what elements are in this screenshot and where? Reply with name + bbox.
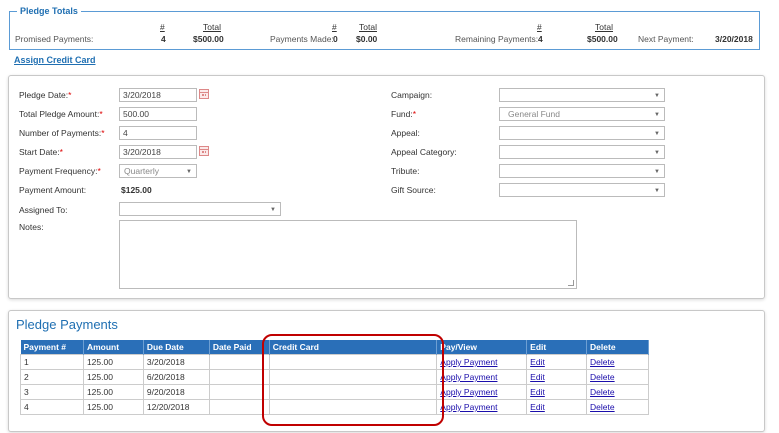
pledge-totals-legend: Pledge Totals [17, 6, 81, 16]
chevron-down-icon: ▼ [270, 207, 276, 213]
payment-frequency-label: Payment Frequency:* [19, 166, 101, 176]
column-header: Edit [526, 340, 588, 355]
number-of-payments-label: Number of Payments:* [19, 128, 105, 138]
tribute-select[interactable]: ▼ [499, 164, 665, 178]
pledge-totals-fieldset: Pledge Totals Promised Payments: # 4 Tot… [9, 6, 760, 50]
payment-frequency-value: Quarterly [124, 166, 159, 176]
edit-link[interactable]: Edit [530, 402, 545, 412]
due-date: 6/20/2018 [142, 369, 210, 385]
column-header: Amount [83, 340, 144, 355]
chevron-down-icon: ▼ [654, 188, 660, 194]
column-header: Due Date [143, 340, 210, 355]
remaining-count-header: # [537, 22, 542, 32]
made-total: $0.00 [356, 34, 378, 44]
next-payment-label: Next Payment: [638, 34, 694, 44]
appeal-select[interactable]: ▼ [499, 126, 665, 140]
column-header: Delete [586, 340, 649, 355]
pledge-date-label: Pledge Date:* [19, 90, 72, 100]
appeal-category-label: Appeal Category: [391, 147, 457, 157]
edit-link[interactable]: Edit [530, 387, 545, 397]
payment-number: 2 [20, 369, 84, 385]
number-of-payments-input[interactable]: 4 [119, 126, 197, 140]
payments-made-label: Payments Made: [270, 34, 334, 44]
remaining-total-header: Total [595, 22, 613, 32]
campaign-label: Campaign: [391, 90, 433, 100]
delete-link[interactable]: Delete [590, 402, 615, 412]
resize-grip-icon[interactable] [568, 280, 574, 286]
payment-frequency-select[interactable]: Quarterly ▼ [119, 164, 197, 178]
credit-card-column-highlight [262, 334, 444, 426]
promised-total: $500.00 [193, 34, 224, 44]
remaining-payments-label: Remaining Payments: [455, 34, 539, 44]
delete-link[interactable]: Delete [590, 387, 615, 397]
appeal-label: Appeal: [391, 128, 420, 138]
payment-amount: 125.00 [82, 369, 144, 385]
remaining-count: 4 [538, 34, 543, 44]
total-pledge-amount-input[interactable]: 500.00 [119, 107, 197, 121]
promised-total-header: Total [203, 22, 221, 32]
due-date: 9/20/2018 [142, 384, 210, 400]
edit-link[interactable]: Edit [530, 357, 545, 367]
appeal-category-select[interactable]: ▼ [499, 145, 665, 159]
pledge-form-panel: Pledge Date:* 3/20/2018 Total Pledge Amo… [8, 75, 765, 299]
chevron-down-icon: ▼ [654, 169, 660, 175]
promised-payments-label: Promised Payments: [15, 34, 94, 44]
gift-source-select[interactable]: ▼ [499, 183, 665, 197]
date-paid [208, 354, 270, 370]
pledge-date-input[interactable]: 3/20/2018 [119, 88, 197, 102]
calendar-icon[interactable] [199, 146, 209, 156]
pledge-payments-title: Pledge Payments [16, 317, 118, 332]
chevron-down-icon: ▼ [186, 169, 192, 175]
total-pledge-amount-label: Total Pledge Amount:* [19, 109, 103, 119]
next-payment-value: 3/20/2018 [715, 34, 753, 44]
fund-value: General Fund [508, 109, 560, 119]
edit-link[interactable]: Edit [530, 372, 545, 382]
payment-number: 4 [20, 399, 84, 415]
chevron-down-icon: ▼ [654, 131, 660, 137]
notes-label: Notes: [19, 222, 44, 232]
assigned-to-select[interactable]: ▼ [119, 202, 281, 216]
assign-credit-card-link[interactable]: Assign Credit Card [14, 55, 96, 65]
date-paid [208, 369, 270, 385]
apply-payment-link[interactable]: Apply Payment [440, 372, 497, 382]
assigned-to-label: Assigned To: [19, 205, 68, 215]
remaining-total: $500.00 [587, 34, 618, 44]
made-total-header: Total [359, 22, 377, 32]
made-count: 0 [333, 34, 338, 44]
chevron-down-icon: ▼ [654, 112, 660, 118]
chevron-down-icon: ▼ [654, 93, 660, 99]
payment-amount-value: $125.00 [121, 185, 152, 195]
fund-select[interactable]: General Fund ▼ [499, 107, 665, 121]
column-header: Pay/View [436, 340, 528, 355]
calendar-icon[interactable] [199, 89, 209, 99]
payment-number: 3 [20, 384, 84, 400]
payment-amount-label: Payment Amount: [19, 185, 87, 195]
column-header: Date Paid [209, 340, 270, 355]
apply-payment-link[interactable]: Apply Payment [440, 402, 497, 412]
payment-amount: 125.00 [82, 384, 144, 400]
payment-amount: 125.00 [82, 399, 144, 415]
campaign-select[interactable]: ▼ [499, 88, 665, 102]
tribute-label: Tribute: [391, 166, 420, 176]
promised-count-header: # [160, 22, 165, 32]
due-date: 3/20/2018 [142, 354, 210, 370]
gift-source-label: Gift Source: [391, 185, 436, 195]
date-paid [208, 399, 270, 415]
date-paid [208, 384, 270, 400]
made-count-header: # [332, 22, 337, 32]
fund-label: Fund:* [391, 109, 417, 119]
chevron-down-icon: ▼ [654, 150, 660, 156]
promised-count: 4 [161, 34, 166, 44]
due-date: 12/20/2018 [142, 399, 210, 415]
start-date-input[interactable]: 3/20/2018 [119, 145, 197, 159]
column-header: Payment # [20, 340, 84, 355]
notes-textarea[interactable] [119, 220, 577, 289]
apply-payment-link[interactable]: Apply Payment [440, 357, 497, 367]
apply-payment-link[interactable]: Apply Payment [440, 387, 497, 397]
start-date-label: Start Date:* [19, 147, 63, 157]
payment-number: 1 [20, 354, 84, 370]
payment-amount: 125.00 [82, 354, 144, 370]
delete-link[interactable]: Delete [590, 372, 615, 382]
delete-link[interactable]: Delete [590, 357, 615, 367]
